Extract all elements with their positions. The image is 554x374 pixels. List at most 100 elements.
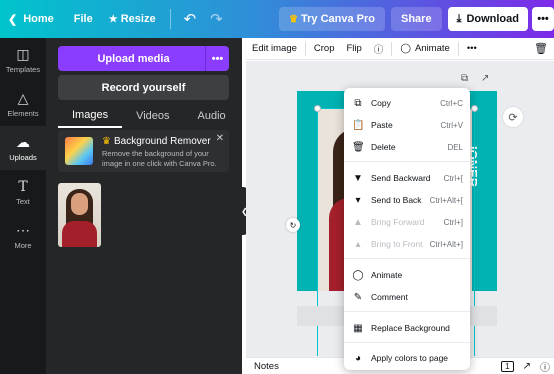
close-icon[interactable]: ✕ <box>216 133 224 144</box>
media-tabs: Images Videos Audio <box>58 104 229 128</box>
try-canva-pro-button[interactable]: ♛ Try Canva Pro <box>279 7 385 31</box>
shortcut: Ctrl+V <box>440 120 463 130</box>
trash-icon: 🗑 <box>352 141 365 153</box>
refresh-icon[interactable]: ⟳ <box>502 106 524 128</box>
palette-icon: ◕ <box>354 352 362 364</box>
flip-button[interactable]: Flip <box>340 38 367 60</box>
resize-handle[interactable] <box>314 105 321 112</box>
bottom-bar-controls: 1 ↗ ⓘ <box>492 359 550 374</box>
comment-icon: ✎ <box>353 291 363 303</box>
menu-item-delete[interactable]: 🗑 Delete DEL <box>344 136 470 158</box>
tab-audio[interactable]: Audio <box>184 104 240 128</box>
cloud-upload-icon: ☁ <box>16 134 30 150</box>
rail-item-templates[interactable]: ◫ Templates <box>0 38 46 82</box>
info-icon[interactable]: ⓘ <box>368 38 390 60</box>
record-yourself-button[interactable]: Record yourself <box>58 75 229 100</box>
more-options-button[interactable]: ••• <box>532 7 554 31</box>
redo-icon[interactable]: ↷ <box>203 10 230 28</box>
rail-item-more[interactable]: ⋯ More <box>0 214 46 258</box>
crop-button[interactable]: Crop <box>308 38 341 60</box>
promo-title: ♛ Background Remover <box>102 136 211 147</box>
resize-button[interactable]: ★ Resize <box>101 6 164 32</box>
duplicate-icon[interactable]: ⧉ <box>461 73 468 84</box>
menu-divider <box>344 311 470 312</box>
divider <box>391 41 393 56</box>
more-button[interactable]: ••• <box>461 38 483 60</box>
upload-more-button[interactable]: ••• <box>205 46 229 71</box>
uploaded-image-thumbnail[interactable] <box>58 183 101 247</box>
divider <box>304 41 306 56</box>
rail-item-label: Templates <box>5 65 41 74</box>
menu-item-animate[interactable]: ◯ Animate <box>344 264 470 286</box>
menu-item-comment[interactable]: ✎ Comment <box>344 286 470 308</box>
menu-item-label: Send Backward <box>371 173 431 183</box>
send-to-back-icon: ▾ <box>355 194 361 206</box>
share-button[interactable]: Share <box>390 7 442 31</box>
top-bar: ❮ Home File ★ Resize ↶ ↷ ♛ Try Canva Pro… <box>0 0 554 38</box>
rail-item-text[interactable]: T Text <box>0 170 46 214</box>
undo-icon[interactable]: ↶ <box>177 10 204 28</box>
crown-icon: ♛ <box>289 13 298 25</box>
menu-item-label: Comment <box>371 292 408 302</box>
bring-forward-icon: ▲ <box>353 216 363 228</box>
notes-button[interactable]: Notes <box>246 361 279 372</box>
menu-item-label: Copy <box>371 98 391 108</box>
animate-icon: ◯ <box>400 43 411 54</box>
promo-description: Remove the background of your image in o… <box>102 149 217 168</box>
shortcut: Ctrl+C <box>440 98 463 108</box>
animate-button[interactable]: ◯ Animate <box>394 38 456 60</box>
menu-item-paste[interactable]: 📋 Paste Ctrl+V <box>344 114 470 136</box>
menu-item-label: Apply colors to page <box>371 353 449 363</box>
edit-image-button[interactable]: Edit image <box>246 38 303 60</box>
uploads-panel: Upload media ••• Record yourself Images … <box>46 38 242 374</box>
menu-item-label: Delete <box>371 142 396 152</box>
rail-item-label: Text <box>16 196 30 206</box>
editor-toolbar: Edit image Crop Flip ⓘ ◯ Animate ••• 🗑 <box>246 38 554 60</box>
home-button[interactable]: ❮ Home <box>0 6 62 32</box>
add-page-icon[interactable]: ↗ <box>481 73 489 84</box>
bring-to-front-icon: ▴ <box>355 238 361 250</box>
context-menu: ⧉ Copy Ctrl+C 📋 Paste Ctrl+V 🗑 Delete DE… <box>344 88 470 370</box>
tab-videos[interactable]: Videos <box>122 104 183 128</box>
crown-icon: ★ <box>108 13 118 25</box>
thumbnail-face <box>71 193 88 215</box>
shortcut: DEL <box>447 142 463 152</box>
animate-icon: ◯ <box>352 269 364 281</box>
menu-item-bring-forward: ▲ Bring Forward Ctrl+] <box>344 211 470 233</box>
download-label: Download <box>466 13 519 25</box>
rotate-handle-icon[interactable]: ↻ <box>286 218 300 232</box>
menu-divider <box>344 258 470 259</box>
menu-item-send-backward[interactable]: ▼ Send Backward Ctrl+[ <box>344 167 470 189</box>
fullscreen-icon[interactable]: ↗ <box>523 361 531 372</box>
menu-divider <box>344 342 470 343</box>
menu-item-copy[interactable]: ⧉ Copy Ctrl+C <box>344 92 470 114</box>
rail-item-elements[interactable]: △ Elements <box>0 82 46 126</box>
promo-title-text: Background Remover <box>113 136 211 147</box>
menu-item-label: Paste <box>371 120 393 130</box>
menu-item-label: Send to Back <box>371 195 422 205</box>
page-number[interactable]: 1 <box>501 361 514 372</box>
menu-item-label: Replace Background <box>371 323 450 333</box>
rail-item-label: Elements <box>7 109 39 118</box>
help-icon[interactable]: ⓘ <box>540 359 550 374</box>
menu-item-apply-colors[interactable]: ◕ Apply colors to page <box>344 347 470 369</box>
resize-handle[interactable] <box>471 105 478 112</box>
file-menu-button[interactable]: File <box>66 6 101 32</box>
tab-images[interactable]: Images <box>58 104 123 128</box>
top-bar-actions: ♛ Try Canva Pro Share ⤓ Download ••• <box>279 0 554 38</box>
rail-item-label: Uploads <box>9 153 37 162</box>
copy-icon: ⧉ <box>354 97 362 109</box>
background-remover-promo[interactable]: ♛ Background Remover Remove the backgroun… <box>58 130 229 172</box>
upload-media-button[interactable]: Upload media <box>58 46 229 71</box>
rail-item-uploads[interactable]: ☁ Uploads <box>0 126 46 170</box>
resize-label: Resize <box>120 13 156 25</box>
shortcut: Ctrl+Alt+] <box>429 239 463 249</box>
menu-item-label: Bring Forward <box>371 217 425 227</box>
left-rail: ◫ Templates △ Elements ☁ Uploads T Text … <box>0 38 46 374</box>
trash-icon[interactable]: 🗑 <box>534 42 548 55</box>
menu-divider <box>344 161 470 162</box>
menu-item-replace-background[interactable]: ▦ Replace Background <box>344 317 470 339</box>
menu-item-send-to-back[interactable]: ▾ Send to Back Ctrl+Alt+[ <box>344 189 470 211</box>
home-label: Home <box>23 13 54 25</box>
download-button[interactable]: ⤓ Download <box>447 7 528 31</box>
